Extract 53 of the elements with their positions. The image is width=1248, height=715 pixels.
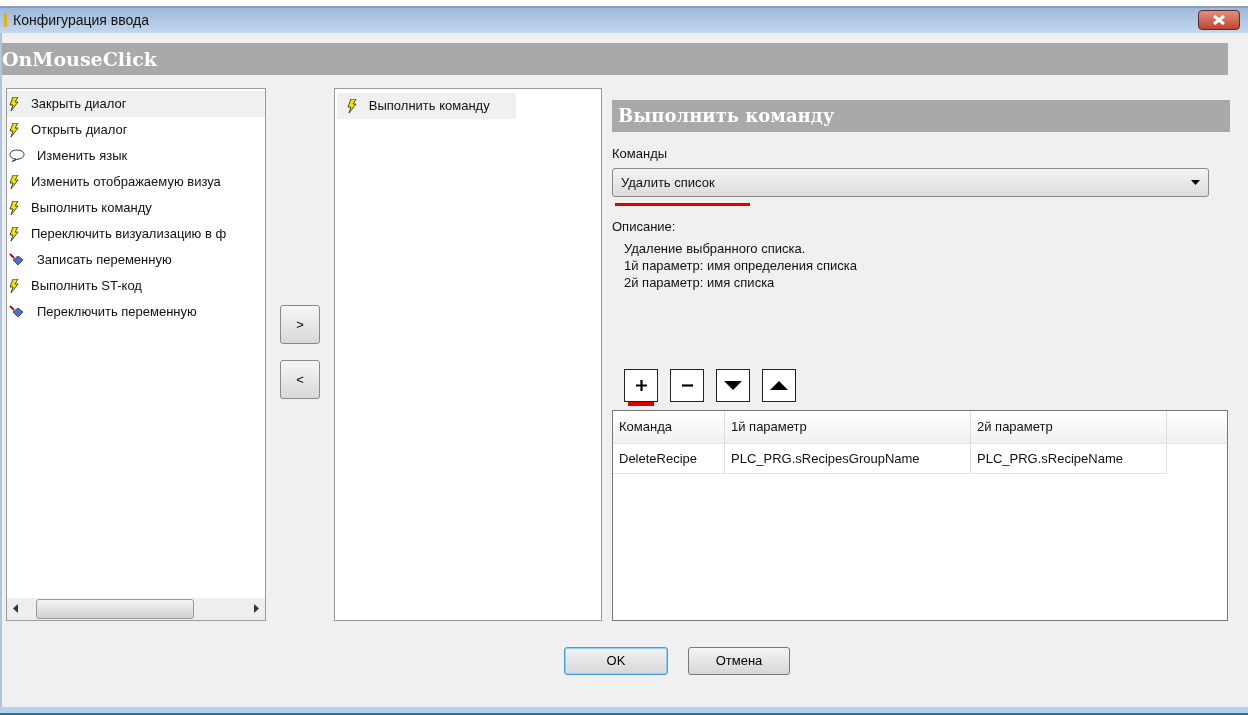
down-triangle-icon [724, 380, 742, 390]
up-triangle-icon [770, 380, 788, 390]
section-heading: Выполнить команду [612, 99, 1230, 132]
move-up-button[interactable] [762, 368, 796, 402]
horizontal-scrollbar[interactable] [7, 597, 266, 620]
action-item[interactable]: Выполнить ST-код [7, 272, 266, 299]
remove-button[interactable] [670, 368, 704, 402]
action-item[interactable]: Записать переменную [7, 246, 266, 273]
description-line: 1й параметр: имя определения списка [624, 256, 859, 274]
cancel-button[interactable]: Отмена [688, 646, 790, 675]
lightning-icon [9, 122, 19, 137]
action-item[interactable]: Изменить язык [7, 142, 266, 169]
description-line: 2й параметр: имя списка [624, 273, 776, 291]
window-icon [4, 13, 7, 28]
lightning-icon [346, 98, 357, 113]
action-item[interactable]: Изменить отображаемую визуа [7, 168, 266, 195]
lightning-icon [9, 200, 19, 215]
table-cell: PLC_PRG.sRecipesGroupName [725, 443, 971, 474]
action-item[interactable]: Выполнить команду [336, 92, 516, 119]
move-down-button[interactable] [716, 368, 750, 402]
close-icon [1212, 15, 1226, 26]
dropdown-arrow-icon [1191, 179, 1200, 185]
table-cell: PLC_PRG.sRecipeName [971, 443, 1167, 474]
action-item[interactable]: Выполнить команду [7, 194, 266, 221]
lightning-icon [9, 174, 19, 189]
speech-bubble-icon [9, 149, 25, 163]
description-line: Удаление выбранного списка. [624, 239, 807, 257]
action-item[interactable]: Открыть диалог [7, 116, 266, 143]
column-header[interactable]: 2й параметр [971, 410, 1167, 444]
right-arrow-icon [254, 604, 260, 614]
scrollbar-thumb[interactable] [36, 598, 194, 619]
lightning-icon [9, 226, 19, 241]
close-button[interactable] [1198, 10, 1240, 31]
ok-button[interactable]: OK [564, 646, 668, 675]
event-header: OnMouseClick [2, 42, 1228, 75]
action-item[interactable]: Переключить переменную [7, 298, 266, 325]
plus-icon [635, 379, 647, 391]
move-button[interactable]: < [280, 359, 320, 399]
window-title: Конфигурация ввода [13, 12, 149, 29]
column-header[interactable]: 1й параметр [725, 410, 971, 444]
table-cell: DeleteRecipe [613, 443, 725, 474]
lightning-icon [9, 96, 19, 111]
variable-icon [9, 304, 25, 319]
action-item[interactable]: Закрыть диалог [7, 90, 266, 117]
lightning-icon [9, 278, 19, 293]
description-label: Описание: [612, 218, 677, 234]
move-button[interactable]: > [280, 304, 320, 344]
commands-label: Команды [612, 145, 669, 161]
variable-icon [9, 252, 25, 267]
minus-icon [681, 383, 693, 387]
column-header[interactable]: Команда [613, 410, 725, 444]
left-arrow-icon [13, 604, 18, 614]
action-item[interactable]: Переключить визуализацию в ф [7, 220, 266, 247]
